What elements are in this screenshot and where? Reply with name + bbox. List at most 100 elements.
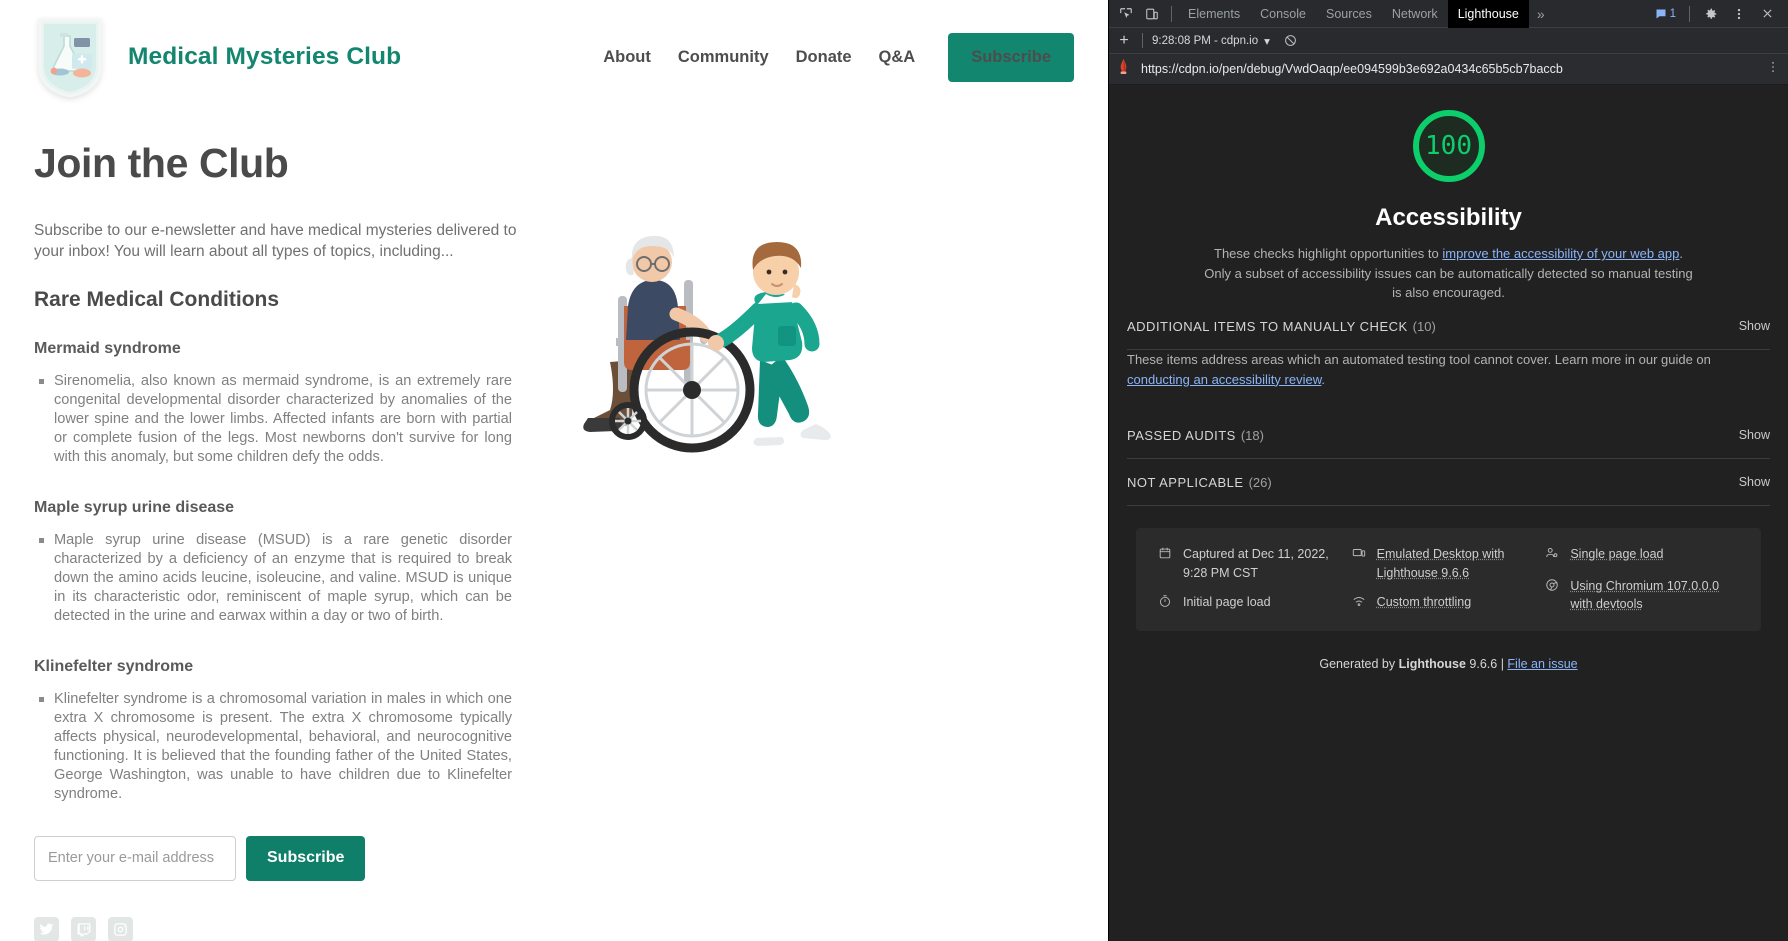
section-body-pre: These items address areas which an autom… (1127, 352, 1711, 367)
metadata-throttling[interactable]: Custom throttling (1352, 593, 1546, 614)
twitter-icon[interactable] (34, 917, 59, 941)
devtools-toolbar: Elements Console Sources Network Lightho… (1109, 0, 1788, 28)
metadata-text: Using Chromium 107.0.0.0 with devtools (1570, 577, 1739, 615)
report-metadata: Captured at Dec 11, 2022, 9:28 PM CST In… (1136, 528, 1761, 631)
score-gauge-wrap: 100 Accessibility These checks highlight… (1109, 85, 1788, 303)
category-description: These checks highlight opportunities to … (1204, 244, 1694, 303)
close-icon[interactable] (1754, 2, 1780, 26)
metadata-text: Captured at Dec 11, 2022, 9:28 PM CST (1183, 545, 1352, 583)
section-toggle[interactable]: Show (1739, 475, 1770, 489)
stopwatch-icon (1158, 594, 1174, 614)
more-tabs-icon[interactable]: » (1529, 6, 1553, 22)
twitch-icon[interactable] (71, 917, 96, 941)
clear-icon[interactable] (1284, 34, 1297, 47)
list-item: Maple syrup urine disease (MSUD) is a ra… (34, 531, 512, 626)
section-manual-check-body-wrap: These items address areas which an autom… (1127, 350, 1770, 412)
tab-sources[interactable]: Sources (1316, 0, 1382, 28)
devtools-panel: Elements Console Sources Network Lightho… (1108, 0, 1788, 941)
section-header[interactable]: ADDITIONAL ITEMS TO MANUALLY CHECK (10) … (1127, 303, 1770, 349)
more-options-icon[interactable] (1726, 2, 1752, 26)
section-passed-audits: PASSED AUDITS (18) Show (1127, 412, 1770, 459)
condition-list: Maple syrup urine disease (MSUD) is a ra… (34, 531, 512, 626)
metadata-text: Custom throttling (1377, 593, 1471, 614)
tab-network[interactable]: Network (1382, 0, 1448, 28)
condition-title: Maple syrup urine disease (34, 499, 1074, 517)
accessibility-review-link[interactable]: conducting an accessibility review (1127, 372, 1321, 387)
desktop-icon (1352, 546, 1368, 583)
tab-elements[interactable]: Elements (1178, 0, 1250, 28)
metadata-text: Single page load (1570, 545, 1663, 566)
tab-console[interactable]: Console (1250, 0, 1316, 28)
lighthouse-toolbar: + 9:28:08 PM - cdpn.io ▾ (1109, 28, 1788, 54)
site-header: Medical Mysteries Club About Community D… (0, 0, 1108, 110)
web-page-viewport: Medical Mysteries Club About Community D… (0, 0, 1108, 941)
list-item: Sirenomelia, also known as mermaid syndr… (34, 372, 512, 467)
section-not-applicable: NOT APPLICABLE (26) Show (1127, 459, 1770, 506)
brand-title[interactable]: Medical Mysteries Club (128, 43, 401, 71)
throttling-icon (1352, 594, 1368, 614)
single-page-icon (1545, 546, 1561, 566)
file-an-issue-link[interactable]: File an issue (1507, 657, 1577, 671)
report-run-selector[interactable]: 9:28:08 PM - cdpn.io ▾ (1148, 34, 1274, 48)
footer-version: 9.6.6 | (1466, 657, 1507, 671)
toolbar-divider (1171, 6, 1172, 22)
toolbar-divider-2 (1689, 6, 1690, 22)
email-field[interactable] (34, 836, 236, 881)
shield-lab-logo[interactable] (34, 14, 106, 100)
report-options-icon[interactable] (1764, 60, 1782, 79)
metadata-column-2: Emulated Desktop with Lighthouse 9.6.6 C… (1352, 545, 1546, 614)
subscribe-button[interactable]: Subscribe (246, 836, 365, 881)
chromium-icon (1545, 578, 1561, 615)
metadata-single-page-load[interactable]: Single page load (1545, 545, 1739, 566)
section-title: Rare Medical Conditions (34, 288, 1074, 312)
metadata-emulation[interactable]: Emulated Desktop with Lighthouse 9.6.6 (1352, 545, 1546, 583)
chevron-down-icon: ▾ (1264, 34, 1270, 48)
section-count: (26) (1249, 475, 1272, 490)
page-title: Join the Club (34, 140, 1074, 187)
section-title: PASSED AUDITS (1127, 428, 1236, 443)
metadata-text: Initial page load (1183, 593, 1271, 614)
nav-donate[interactable]: Donate (796, 48, 852, 67)
section-title: NOT APPLICABLE (1127, 475, 1244, 490)
section-header[interactable]: PASSED AUDITS (18) Show (1127, 412, 1770, 458)
section-body-post: . (1321, 372, 1325, 387)
metadata-captured-at: Captured at Dec 11, 2022, 9:28 PM CST (1158, 545, 1352, 583)
nurse-pushing-wheelchair-illustration (580, 210, 880, 460)
device-toolbar-icon[interactable] (1139, 2, 1165, 26)
header-subscribe-button[interactable]: Subscribe (948, 33, 1074, 82)
description-pre: These checks highlight opportunities to (1214, 246, 1442, 261)
messages-icon[interactable]: 1 (1650, 7, 1681, 21)
improve-accessibility-link[interactable]: improve the accessibility of your web ap… (1442, 246, 1679, 261)
condition-list: Klinefelter syndrome is a chromosomal va… (34, 690, 512, 804)
new-report-button[interactable]: + (1111, 30, 1137, 52)
tab-lighthouse[interactable]: Lighthouse (1448, 0, 1529, 28)
report-run-label: 9:28:08 PM - cdpn.io (1152, 35, 1258, 47)
lighthouse-report: 100 Accessibility These checks highlight… (1109, 85, 1788, 941)
condition-title: Klinefelter syndrome (34, 658, 1074, 676)
subscribe-form: Subscribe (34, 836, 1074, 881)
inspect-element-icon[interactable] (1113, 2, 1139, 26)
section-toggle[interactable]: Show (1739, 428, 1770, 442)
page-content: Join the Club Subscribe to our e-newslet… (0, 110, 1108, 941)
list-item: Klinefelter syndrome is a chromosomal va… (34, 690, 512, 804)
metadata-page-load: Initial page load (1158, 593, 1352, 614)
instagram-icon[interactable] (108, 917, 133, 941)
condition-title: Mermaid syndrome (34, 340, 1074, 358)
section-body: These items address areas which an autom… (1127, 350, 1770, 412)
nav-about[interactable]: About (603, 48, 651, 67)
nav-qa[interactable]: Q&A (879, 48, 916, 67)
metadata-chromium[interactable]: Using Chromium 107.0.0.0 with devtools (1545, 577, 1739, 615)
devtools-toolbar-right: 1 (1650, 2, 1784, 26)
section-header[interactable]: NOT APPLICABLE (26) Show (1127, 459, 1770, 505)
report-url: https://cdpn.io/pen/debug/VwdOaqp/ee0945… (1141, 62, 1755, 76)
lh-toolbar-divider (1142, 33, 1143, 48)
section-toggle[interactable]: Show (1739, 319, 1770, 333)
category-title: Accessibility (1109, 204, 1788, 232)
score-value: 100 (1425, 131, 1472, 161)
gear-icon[interactable] (1698, 2, 1724, 26)
nav-community[interactable]: Community (678, 48, 769, 67)
condition-list: Sirenomelia, also known as mermaid syndr… (34, 372, 512, 467)
accessibility-score-gauge: 100 (1413, 110, 1485, 182)
footer-brand: Lighthouse (1399, 657, 1466, 671)
lighthouse-favicon (1115, 58, 1132, 80)
